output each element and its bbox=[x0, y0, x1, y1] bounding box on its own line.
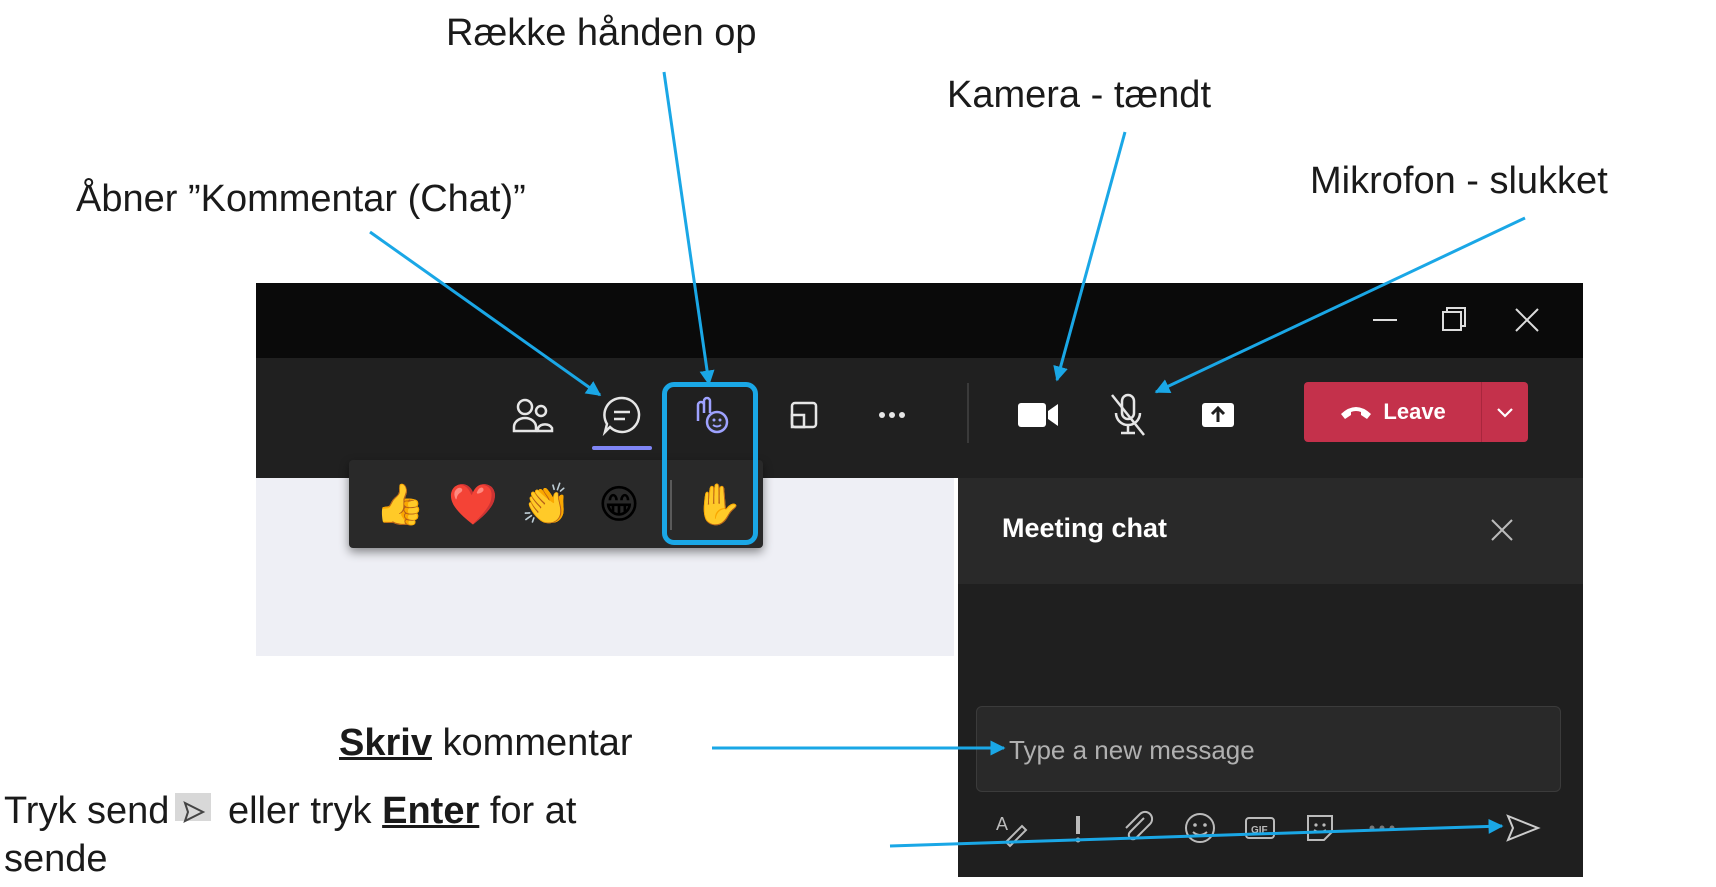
share-icon bbox=[1202, 403, 1234, 427]
close-window-icon[interactable] bbox=[1507, 300, 1547, 340]
chevron-down-icon bbox=[1497, 408, 1513, 418]
chat-active-indicator bbox=[592, 446, 652, 450]
annotation-send-part2: eller tryk bbox=[217, 790, 383, 832]
more-icon bbox=[1369, 825, 1395, 831]
camera-icon bbox=[1018, 403, 1058, 427]
reaction-heart[interactable]: ❤️ bbox=[448, 480, 498, 530]
raise-hand-highlight bbox=[662, 382, 758, 545]
send-button[interactable] bbox=[1502, 808, 1542, 848]
emoji-icon bbox=[1185, 813, 1215, 843]
reaction-like[interactable]: 👍 bbox=[375, 480, 425, 530]
annotation-microphone: Mikrofon - slukket bbox=[1310, 160, 1608, 202]
attach-button[interactable] bbox=[1118, 808, 1158, 848]
annotation-send-part1: Tryk send bbox=[4, 790, 170, 832]
restore-icon[interactable] bbox=[1433, 300, 1473, 340]
leave-options-chevron[interactable] bbox=[1482, 382, 1528, 442]
microphone-button[interactable] bbox=[1102, 390, 1154, 440]
people-icon bbox=[512, 398, 554, 433]
reaction-laugh[interactable]: 😁 bbox=[594, 480, 644, 530]
annotation-write-rest: kommentar bbox=[431, 722, 633, 764]
annotation-send-enter: Enter bbox=[382, 790, 480, 832]
share-screen-button[interactable] bbox=[1192, 390, 1244, 440]
annotation-send: Tryk send eller tryk Enter for at bbox=[4, 790, 576, 834]
gif-icon: GIF bbox=[1245, 817, 1275, 839]
attach-icon bbox=[1125, 810, 1154, 841]
annotation-send-line2: sende bbox=[4, 838, 108, 880]
chat-icon bbox=[602, 396, 641, 437]
chat-title: Meeting chat bbox=[1002, 513, 1168, 543]
gif-button[interactable]: GIF bbox=[1240, 808, 1280, 848]
svg-text:GIF: GIF bbox=[1251, 825, 1268, 836]
leave-main[interactable]: Leave bbox=[1304, 382, 1483, 442]
more-options-button[interactable] bbox=[866, 390, 918, 440]
chat-button[interactable] bbox=[596, 390, 648, 440]
send-inline-icon bbox=[175, 793, 212, 823]
sticker-icon bbox=[1307, 815, 1333, 841]
important-button[interactable] bbox=[1058, 808, 1098, 848]
sticker-button[interactable] bbox=[1300, 808, 1340, 848]
emoji-button[interactable] bbox=[1180, 808, 1220, 848]
more-compose-button[interactable] bbox=[1362, 808, 1402, 848]
people-button[interactable] bbox=[506, 390, 558, 440]
important-icon bbox=[1075, 816, 1081, 843]
close-chat-icon[interactable] bbox=[1485, 513, 1519, 547]
toolbar-divider bbox=[967, 383, 969, 443]
annotation-raise-hand: Række hånden op bbox=[446, 12, 757, 54]
format-icon: A bbox=[996, 814, 1028, 848]
annotation-write-bold: Skriv bbox=[339, 722, 432, 764]
compose-box bbox=[976, 706, 1561, 793]
camera-button[interactable] bbox=[1012, 390, 1064, 440]
send-icon bbox=[1506, 814, 1541, 842]
message-input[interactable] bbox=[1007, 707, 1531, 793]
share-tray-icon bbox=[790, 401, 818, 429]
mic-off-icon bbox=[1111, 393, 1145, 436]
annotation-camera: Kamera - tændt bbox=[947, 74, 1211, 116]
leave-label: Leave bbox=[1383, 399, 1446, 424]
share-tray-button[interactable] bbox=[778, 390, 830, 440]
minimize-icon[interactable] bbox=[1365, 300, 1405, 340]
annotation-write-comment: Skriv kommentar bbox=[339, 722, 633, 766]
svg-text:A: A bbox=[996, 814, 1008, 834]
format-button[interactable]: A bbox=[992, 808, 1032, 848]
reaction-applause[interactable]: 👏 bbox=[521, 480, 571, 530]
annotation-send-part3: for at bbox=[479, 790, 577, 832]
phone-hangup-icon bbox=[1341, 407, 1372, 419]
more-icon bbox=[879, 412, 905, 418]
annotation-open-chat: Åbner ”Kommentar (Chat)” bbox=[76, 178, 526, 220]
leave-button[interactable]: Leave bbox=[1304, 382, 1528, 442]
